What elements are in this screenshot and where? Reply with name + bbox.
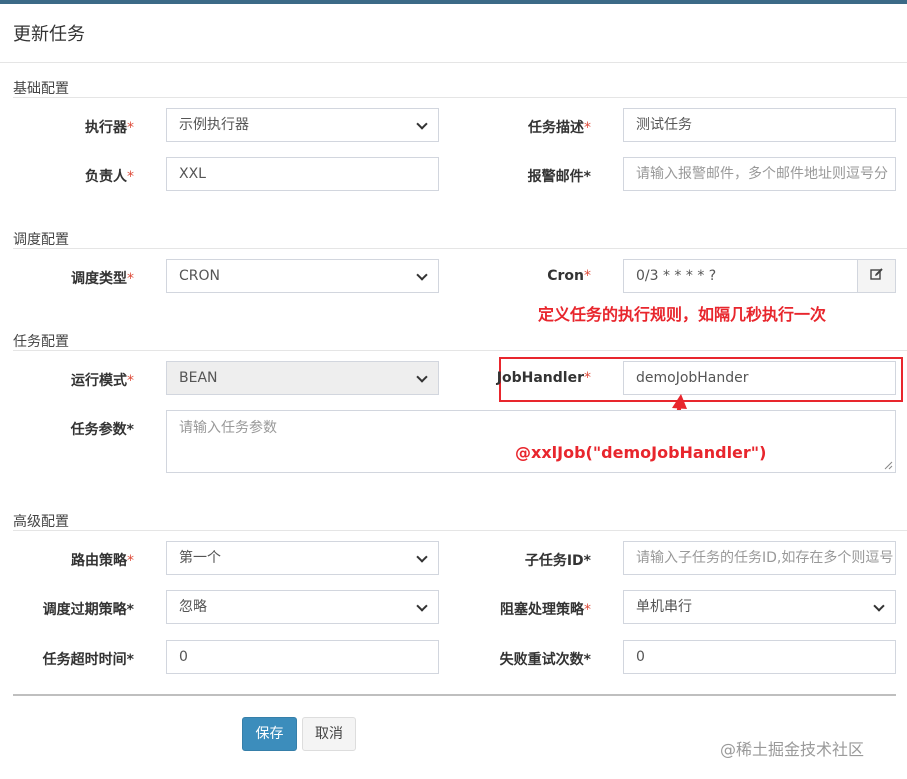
route-strategy-label: 路由策略* xyxy=(71,553,134,569)
edit-icon xyxy=(869,267,884,285)
executor-label: 执行器* xyxy=(85,120,134,136)
route-strategy-select[interactable]: 第一个 xyxy=(166,541,439,575)
schedule-type-label: 调度类型* xyxy=(71,271,134,287)
section-divider-schedule xyxy=(13,248,907,249)
job-handler-annotation: @xxlJob("demoJobHandler") xyxy=(515,443,767,462)
alarm-email-input[interactable]: 请输入报警邮件，多个邮件地址则逗号分 xyxy=(623,157,896,191)
section-divider-task xyxy=(13,350,907,351)
timeout-input[interactable]: 0 xyxy=(166,640,439,674)
fail-retry-label: 失败重试次数* xyxy=(499,652,591,668)
schedule-type-select[interactable]: CRON xyxy=(166,259,439,293)
fail-retry-input[interactable]: 0 xyxy=(623,640,896,674)
block-strategy-select[interactable]: 单机串行 xyxy=(623,590,896,624)
block-strategy-label: 阻塞处理策略* xyxy=(500,602,591,618)
cron-annotation: 定义任务的执行规则，如隔几秒执行一次 xyxy=(538,305,827,324)
alarm-email-label: 报警邮件* xyxy=(527,169,591,185)
job-handler-input[interactable]: demoJobHander xyxy=(623,361,896,395)
title-divider xyxy=(0,62,907,63)
job-handler-label: JobHandler* xyxy=(496,370,591,386)
top-accent-bar xyxy=(0,0,907,4)
job-param-textarea[interactable]: 请输入任务参数 xyxy=(166,410,896,473)
job-desc-input[interactable]: 测试任务 xyxy=(623,108,896,142)
modal-title: 更新任务 xyxy=(13,24,85,45)
watermark: @稀土掘金技术社区 xyxy=(720,740,865,759)
child-job-id-input[interactable]: 请输入子任务的任务ID,如存在多个则逗号 xyxy=(623,541,896,575)
misfire-strategy-label: 调度过期策略* xyxy=(42,602,134,618)
section-divider-advanced xyxy=(13,530,907,531)
timeout-label: 任务超时时间* xyxy=(42,652,134,668)
run-mode-select: BEAN xyxy=(166,361,439,395)
footer-divider xyxy=(13,694,896,696)
misfire-strategy-select[interactable]: 忽略 xyxy=(166,590,439,624)
cancel-button[interactable]: 取消 xyxy=(302,717,356,751)
run-mode-label: 运行模式* xyxy=(71,373,134,389)
section-divider-basic xyxy=(13,97,907,98)
author-label: 负责人* xyxy=(85,169,134,185)
job-param-label: 任务参数* xyxy=(70,422,134,438)
section-title-advanced: 高级配置 xyxy=(13,514,69,530)
cron-label: Cron* xyxy=(547,268,591,284)
author-input[interactable]: XXL xyxy=(166,157,439,191)
section-title-task: 任务配置 xyxy=(13,334,69,350)
job-desc-label: 任务描述* xyxy=(528,120,591,136)
child-job-id-label: 子任务ID* xyxy=(524,553,591,569)
section-title-basic: 基础配置 xyxy=(13,81,69,97)
cron-input[interactable]: 0/3 * * * * ? xyxy=(623,259,858,293)
save-button[interactable]: 保存 xyxy=(242,717,297,751)
section-title-schedule: 调度配置 xyxy=(13,232,69,248)
resize-grip-icon[interactable] xyxy=(883,460,893,470)
executor-select[interactable]: 示例执行器 xyxy=(166,108,439,142)
cron-edit-button[interactable] xyxy=(858,259,896,293)
